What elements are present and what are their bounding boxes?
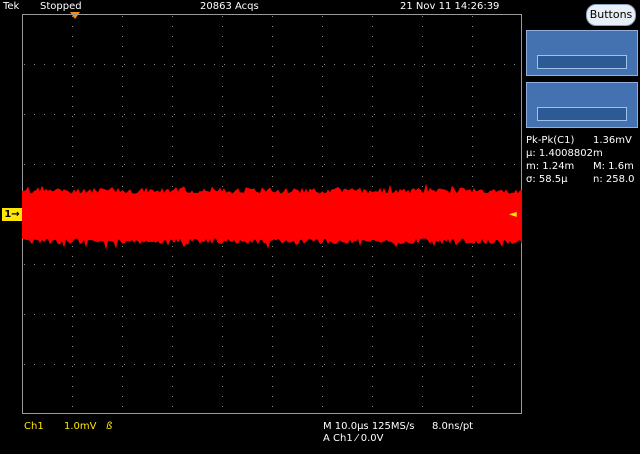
- channel-1-trace: [22, 184, 522, 250]
- bottom-status: Ch1 1.0mV ß M 10.0μs 125MS/s 8.0ns/pt A …: [0, 416, 640, 454]
- sample-interval: 8.0ns/pt: [432, 421, 474, 432]
- channel-label[interactable]: Ch1: [24, 420, 44, 433]
- graticule: [22, 14, 522, 414]
- mean-value: μ: 1.4008802m: [526, 148, 603, 159]
- vertical-scale[interactable]: 1.0mV: [64, 420, 97, 433]
- channel-1-marker[interactable]: 1→: [2, 208, 22, 221]
- waveform-display[interactable]: [22, 14, 522, 414]
- brand-label: Tek: [3, 1, 20, 12]
- sigma-value: σ: 58.5μ: [526, 174, 568, 185]
- acquisition-count: 20863 Acqs: [200, 1, 259, 12]
- min-value: m: 1.24m: [526, 161, 575, 172]
- pkpk-value: 1.36mV: [593, 135, 632, 146]
- side-panel-1-slot: [537, 55, 627, 69]
- trigger-level-arrow[interactable]: ◄: [509, 209, 517, 221]
- pkpk-label: Pk-Pk(C1): [526, 135, 575, 146]
- count-value: n: 258.0: [593, 174, 635, 185]
- trigger-settings[interactable]: A Ch1 ⁄ 0.0V: [323, 432, 383, 445]
- side-panel-2[interactable]: [526, 82, 638, 128]
- date-time: 21 Nov 11 14:26:39: [400, 1, 500, 12]
- buttons-button[interactable]: Buttons: [586, 4, 636, 26]
- bandwidth-limit-icon: ß: [106, 421, 113, 432]
- side-panel-2-slot: [537, 107, 627, 121]
- side-panel-1[interactable]: [526, 30, 638, 76]
- max-value: M: 1.6m: [593, 161, 634, 172]
